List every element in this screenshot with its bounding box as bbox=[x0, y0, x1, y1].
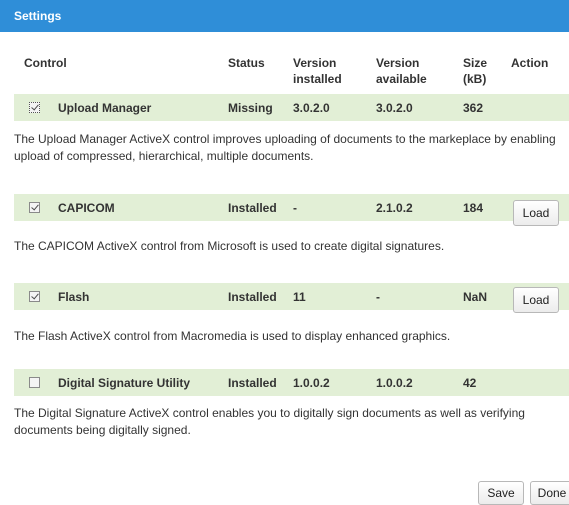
header-size: Size (kB) bbox=[463, 55, 487, 87]
control-description-capicom: The CAPICOM ActiveX control from Microso… bbox=[14, 239, 445, 253]
header-size-line1: Size bbox=[463, 56, 488, 70]
done-button[interactable]: Done bbox=[530, 481, 569, 505]
header-version-installed-line1: Version bbox=[293, 56, 337, 70]
control-version-installed: 3.0.2.0 bbox=[293, 101, 330, 115]
control-row-upload-manager: Upload Manager Missing 3.0.2.0 3.0.2.0 3… bbox=[14, 94, 569, 121]
control-name: Upload Manager bbox=[58, 101, 152, 115]
control-version-available: 1.0.0.2 bbox=[376, 376, 413, 390]
header-version-installed: Version installed bbox=[293, 55, 342, 87]
control-status: Installed bbox=[228, 290, 277, 304]
control-name: CAPICOM bbox=[58, 201, 115, 215]
dialog-title-bar: Settings bbox=[0, 0, 569, 32]
control-description-digital-signature-utility: The Digital Signature ActiveX control en… bbox=[14, 406, 525, 437]
control-version-available: - bbox=[376, 290, 380, 304]
header-action: Action bbox=[511, 56, 549, 70]
control-description-flash: The Flash ActiveX control from Macromedi… bbox=[14, 329, 451, 343]
header-version-available: Version available bbox=[376, 55, 427, 87]
control-status: Missing bbox=[228, 101, 273, 115]
header-version-available-line1: Version bbox=[376, 56, 420, 70]
control-row-capicom: CAPICOM Installed - 2.1.0.2 184 bbox=[14, 194, 569, 221]
checkbox-flash[interactable] bbox=[29, 291, 40, 302]
header-control: Control bbox=[24, 56, 67, 70]
control-description-upload-manager: The Upload Manager ActiveX control impro… bbox=[14, 132, 556, 163]
control-size: 362 bbox=[463, 101, 484, 115]
control-row-digital-signature-utility: Digital Signature Utility Installed 1.0.… bbox=[14, 369, 569, 396]
header-version-available-line2: available bbox=[376, 72, 427, 86]
control-name: Flash bbox=[58, 290, 90, 304]
checkbox-digital-signature-utility[interactable] bbox=[29, 377, 40, 388]
header-status: Status bbox=[228, 56, 265, 70]
load-button-capicom[interactable]: Load bbox=[513, 200, 559, 226]
control-version-installed: 1.0.0.2 bbox=[293, 376, 330, 390]
control-size: NaN bbox=[463, 290, 488, 304]
save-button[interactable]: Save bbox=[478, 481, 524, 505]
dialog-title: Settings bbox=[14, 9, 62, 23]
control-size: 42 bbox=[463, 376, 477, 390]
control-version-available: 2.1.0.2 bbox=[376, 201, 413, 215]
control-size: 184 bbox=[463, 201, 484, 215]
checkbox-upload-manager[interactable] bbox=[29, 102, 40, 113]
checkbox-capicom[interactable] bbox=[29, 202, 40, 213]
control-status: Installed bbox=[228, 201, 277, 215]
control-name: Digital Signature Utility bbox=[58, 376, 191, 390]
header-version-installed-line2: installed bbox=[293, 72, 342, 86]
control-version-installed: 11 bbox=[293, 290, 306, 304]
header-size-line2: (kB) bbox=[463, 72, 487, 86]
control-version-available: 3.0.2.0 bbox=[376, 101, 413, 115]
control-version-installed: - bbox=[293, 201, 297, 215]
control-status: Installed bbox=[228, 376, 277, 390]
load-button-flash[interactable]: Load bbox=[513, 287, 559, 313]
control-row-flash: Flash Installed 11 - NaN bbox=[14, 283, 569, 310]
